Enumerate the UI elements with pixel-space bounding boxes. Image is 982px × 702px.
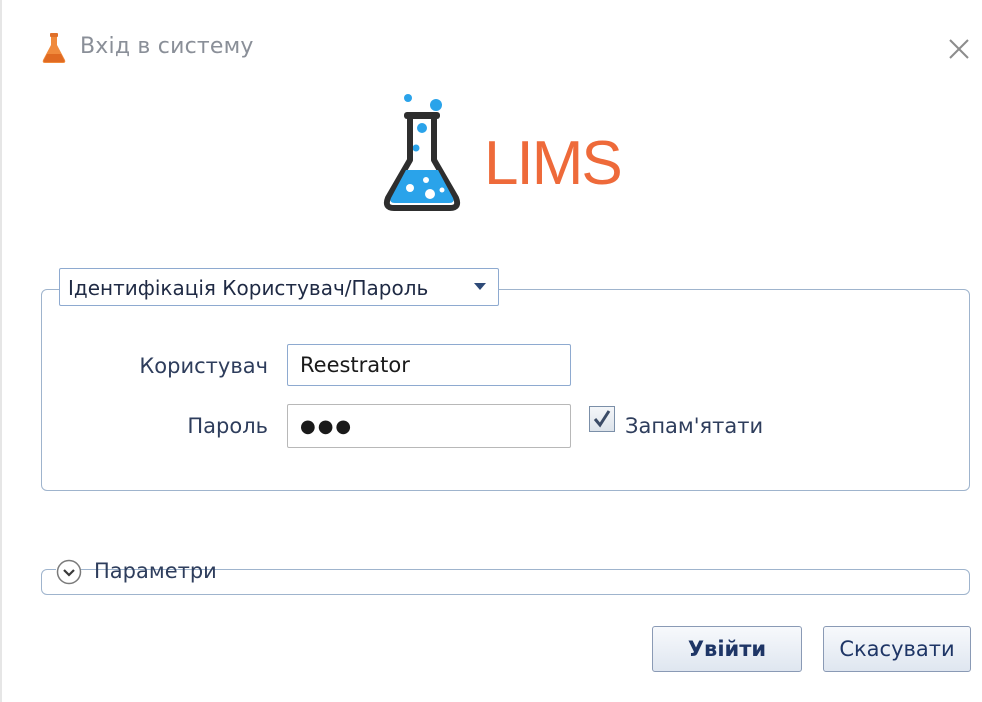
login-button[interactable]: Увійти bbox=[652, 626, 802, 672]
user-label: Користувач bbox=[139, 354, 268, 378]
params-label: Параметри bbox=[94, 559, 217, 583]
remember-checkbox[interactable] bbox=[589, 406, 615, 432]
title-bar: Вхід в систему bbox=[2, 0, 982, 90]
checkmark-icon bbox=[593, 410, 611, 428]
remember-label: Запам'ятати bbox=[625, 414, 764, 438]
params-expander-header[interactable]: Параметри bbox=[56, 556, 217, 586]
expand-chevron-icon[interactable] bbox=[56, 559, 82, 585]
password-input[interactable]: ●●● bbox=[287, 404, 571, 448]
password-mask: ●●● bbox=[300, 416, 354, 437]
flask-icon bbox=[42, 33, 66, 63]
app-logo: LIMS bbox=[380, 90, 640, 218]
chevron-down-icon bbox=[474, 283, 486, 290]
auth-mode-dropdown[interactable]: Ідентифікація Користувач/Пароль bbox=[59, 268, 499, 306]
window-title: Вхід в систему bbox=[80, 34, 254, 59]
login-dialog: Вхід в систему LIMS Ідентифікація Корист… bbox=[0, 0, 982, 702]
lims-flask-icon bbox=[383, 94, 461, 211]
cancel-button[interactable]: Скасувати bbox=[823, 626, 971, 672]
auth-mode-value: Ідентифікація Користувач/Пароль bbox=[68, 276, 429, 300]
logo-text: LIMS bbox=[484, 129, 623, 198]
close-icon[interactable] bbox=[944, 34, 974, 64]
auth-group bbox=[41, 289, 970, 491]
user-input[interactable]: Reestrator bbox=[287, 344, 571, 386]
password-label: Пароль bbox=[187, 414, 268, 438]
